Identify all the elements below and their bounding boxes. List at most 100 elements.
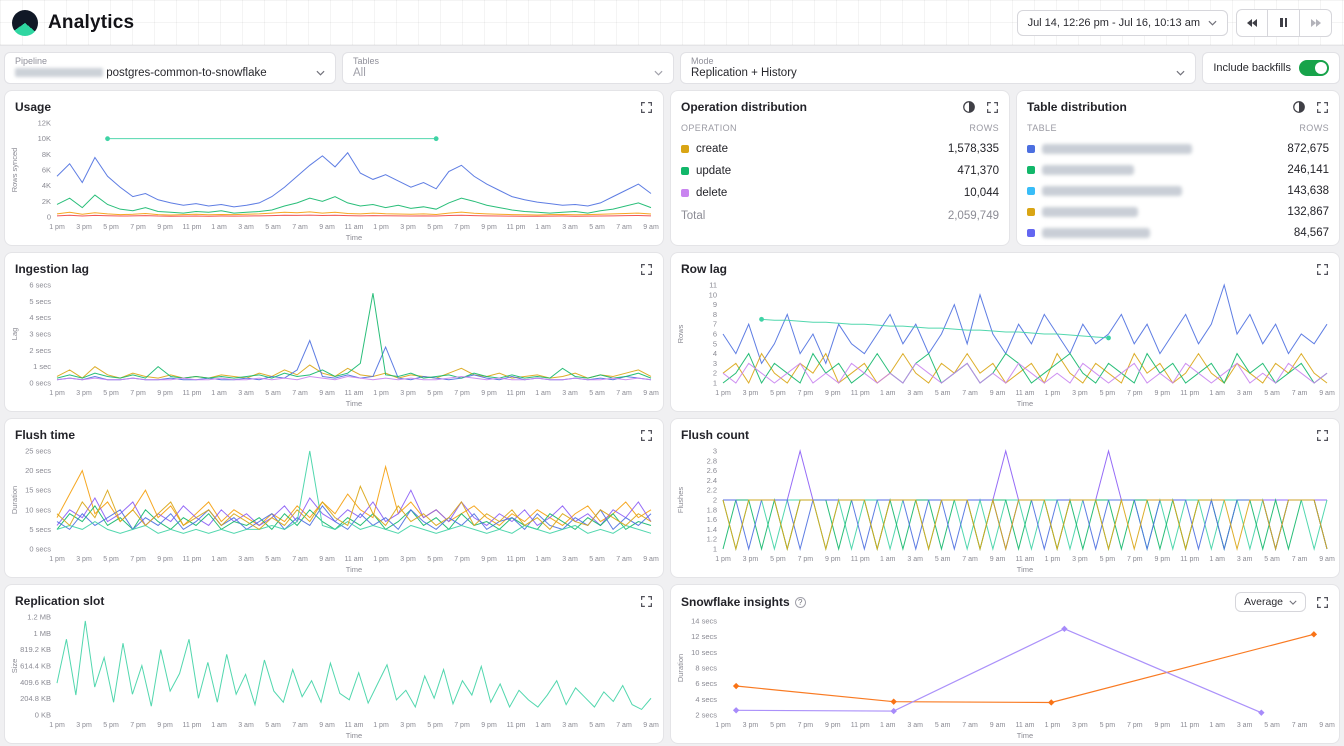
svg-text:5 pm: 5 pm xyxy=(103,722,119,729)
table-distribution-table: TABLE ROWS 872,675246,141143,638132,8678… xyxy=(1017,115,1339,246)
ingestion-lag-chart[interactable]: 0 secs1 sec2 secs3 secs4 secs5 secs6 sec… xyxy=(7,277,661,409)
include-backfills-toggle[interactable] xyxy=(1299,60,1329,76)
mode-select[interactable]: Mode Replication + History xyxy=(680,52,1196,84)
expand-icon[interactable] xyxy=(640,595,653,608)
expand-icon[interactable] xyxy=(1316,596,1329,609)
replication-slot-chart[interactable]: 0 KB204.8 KB409.6 KB614.4 KB819.2 KB1 MB… xyxy=(7,609,661,741)
svg-text:1 pm: 1 pm xyxy=(373,224,389,231)
tables-select[interactable]: Tables All xyxy=(342,52,674,84)
svg-text:11 pm: 11 pm xyxy=(1180,556,1199,563)
pie-view-toggle-icon[interactable] xyxy=(962,100,976,114)
svg-text:7 am: 7 am xyxy=(1292,556,1308,563)
expand-icon[interactable] xyxy=(640,263,653,276)
svg-text:1 pm: 1 pm xyxy=(49,224,65,231)
svg-text:7 pm: 7 pm xyxy=(454,722,470,729)
svg-text:11 pm: 11 pm xyxy=(507,556,526,563)
svg-text:9 pm: 9 pm xyxy=(157,390,173,397)
svg-text:1 am: 1 am xyxy=(211,390,227,397)
svg-text:3 pm: 3 pm xyxy=(400,556,416,563)
svg-text:7 pm: 7 pm xyxy=(130,722,146,729)
help-icon[interactable]: ? xyxy=(795,597,806,608)
dashboard-grid: Usage 02K4K6K8K10K12KRows synced1 pm3 pm… xyxy=(0,86,1344,746)
table-row: 65,560 xyxy=(1027,243,1329,246)
series-swatch xyxy=(1027,145,1035,153)
svg-text:11 pm: 11 pm xyxy=(183,390,202,397)
svg-text:11 am: 11 am xyxy=(1016,556,1035,563)
redacted-table-name xyxy=(1042,165,1134,175)
svg-text:Time: Time xyxy=(346,731,362,740)
flush-count-chart[interactable]: 11.21.41.61.822.22.42.62.83Flushes1 pm3 … xyxy=(673,443,1337,575)
svg-text:9 pm: 9 pm xyxy=(157,224,173,231)
expand-icon[interactable] xyxy=(1316,263,1329,276)
svg-text:1.4: 1.4 xyxy=(707,525,717,534)
pie-view-toggle-icon[interactable] xyxy=(1292,100,1306,114)
row-lag-card: Row lag 1234567891011Rows1 pm3 pm5 pm7 p… xyxy=(670,252,1340,412)
svg-text:Flushes: Flushes xyxy=(676,487,685,514)
expand-icon[interactable] xyxy=(1316,429,1329,442)
svg-text:12K: 12K xyxy=(38,119,51,128)
svg-text:1.6: 1.6 xyxy=(707,515,717,524)
operation-distribution-table: OPERATION ROWS create1,578,335update471,… xyxy=(671,115,1009,228)
svg-text:5 pm: 5 pm xyxy=(103,390,119,397)
svg-text:3 am: 3 am xyxy=(1237,556,1253,563)
fast-forward-button[interactable] xyxy=(1300,9,1332,37)
svg-text:9 am: 9 am xyxy=(319,722,335,729)
svg-text:5 pm: 5 pm xyxy=(1100,722,1116,729)
usage-chart[interactable]: 02K4K6K8K10K12KRows synced1 pm3 pm5 pm7 … xyxy=(7,115,661,243)
svg-text:1 pm: 1 pm xyxy=(373,722,389,729)
svg-text:3 am: 3 am xyxy=(562,224,578,231)
series-swatch xyxy=(1027,187,1035,195)
svg-text:1 am: 1 am xyxy=(880,556,896,563)
svg-text:0 secs: 0 secs xyxy=(29,545,51,554)
tables-value: All xyxy=(353,67,366,79)
chevron-down-icon xyxy=(1289,600,1297,605)
svg-text:1 MB: 1 MB xyxy=(33,629,51,638)
svg-text:1 am: 1 am xyxy=(535,390,551,397)
redacted-table-name xyxy=(1042,144,1192,154)
svg-text:1 pm: 1 pm xyxy=(715,722,731,729)
expand-icon[interactable] xyxy=(986,101,999,114)
table-row: 246,141 xyxy=(1027,159,1329,180)
svg-text:1 am: 1 am xyxy=(535,722,551,729)
svg-text:9 am: 9 am xyxy=(643,390,659,397)
column-header: ROWS xyxy=(969,123,999,133)
svg-text:5 am: 5 am xyxy=(1264,556,1280,563)
svg-text:2.4: 2.4 xyxy=(707,476,717,485)
svg-text:5 pm: 5 pm xyxy=(427,556,443,563)
svg-text:25 secs: 25 secs xyxy=(25,447,51,456)
row-lag-chart[interactable]: 1234567891011Rows1 pm3 pm5 pm7 pm9 pm11 … xyxy=(673,277,1337,409)
snowflake-insights-chart[interactable]: 2 secs4 secs6 secs8 secs10 secs12 secs14… xyxy=(673,613,1337,741)
svg-text:1: 1 xyxy=(713,379,717,388)
flush-time-chart[interactable]: 0 secs5 secs10 secs15 secs20 secs25 secs… xyxy=(7,443,661,575)
page-title: Analytics xyxy=(48,12,134,34)
mode-label: Mode xyxy=(691,56,1185,66)
rewind-button[interactable] xyxy=(1236,9,1268,37)
svg-text:6 secs: 6 secs xyxy=(29,281,51,290)
svg-text:1 am: 1 am xyxy=(1209,556,1225,563)
pause-button[interactable] xyxy=(1268,9,1300,37)
svg-text:9 pm: 9 pm xyxy=(825,556,841,563)
svg-text:11 pm: 11 pm xyxy=(183,556,202,563)
pipeline-select[interactable]: Pipeline postgres-common-to-snowflake xyxy=(4,52,336,84)
svg-text:9: 9 xyxy=(713,300,717,309)
svg-text:819.2 KB: 819.2 KB xyxy=(20,645,51,654)
svg-text:7 am: 7 am xyxy=(616,390,632,397)
svg-text:7 pm: 7 pm xyxy=(454,556,470,563)
date-range-picker[interactable]: Jul 14, 12:26 pm - Jul 16, 10:13 am xyxy=(1017,10,1228,36)
svg-text:10K: 10K xyxy=(38,134,51,143)
expand-icon[interactable] xyxy=(640,429,653,442)
expand-icon[interactable] xyxy=(640,101,653,114)
pause-icon xyxy=(1280,18,1283,27)
svg-text:1 pm: 1 pm xyxy=(49,390,65,397)
svg-text:5 am: 5 am xyxy=(265,722,281,729)
total-value: 2,059,749 xyxy=(948,210,999,222)
aggregation-select[interactable]: Average xyxy=(1235,592,1306,612)
svg-text:10: 10 xyxy=(709,290,717,299)
expand-icon[interactable] xyxy=(1316,101,1329,114)
svg-text:9 am: 9 am xyxy=(643,556,659,563)
table-row: 132,867 xyxy=(1027,201,1329,222)
table-distribution-body: 872,675246,141143,638132,86784,56765,560… xyxy=(1027,138,1329,246)
svg-text:9 pm: 9 pm xyxy=(481,556,497,563)
svg-text:9 am: 9 am xyxy=(1319,390,1335,397)
chevron-down-icon xyxy=(654,70,663,76)
